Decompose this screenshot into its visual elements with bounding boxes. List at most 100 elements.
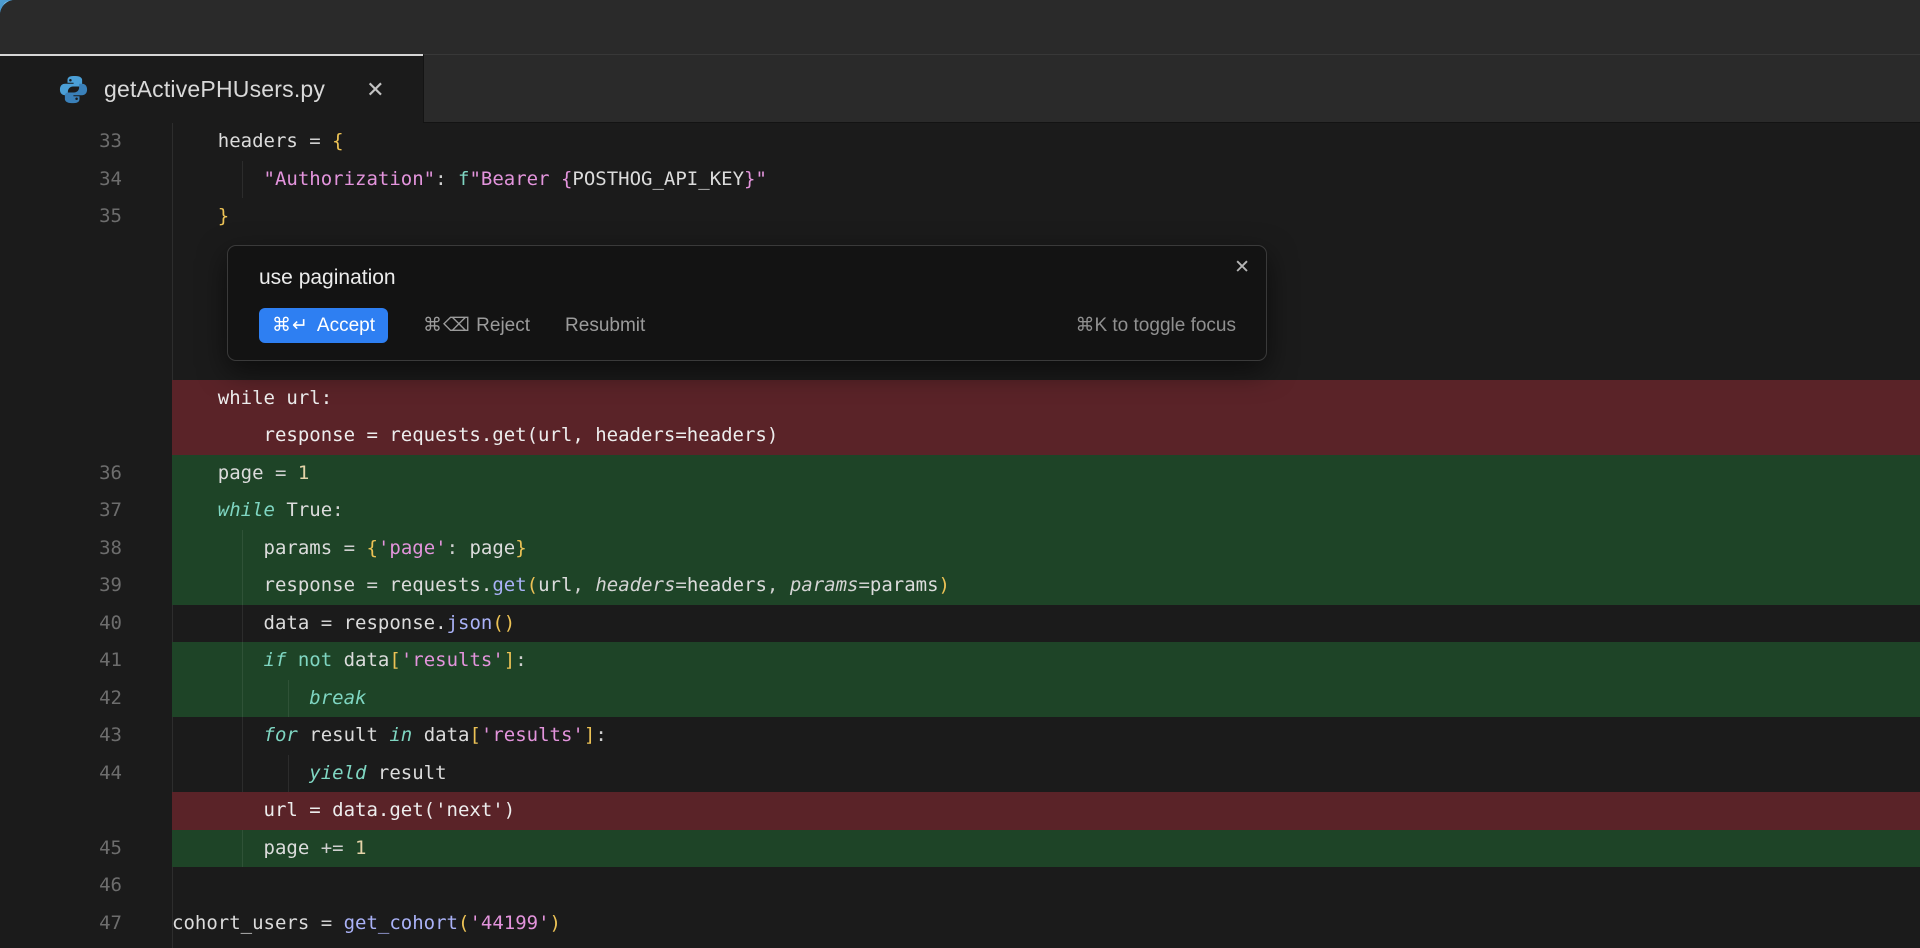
code-text[interactable]: for result in data['results']: — [172, 717, 1920, 755]
code-text[interactable]: page += 1 — [172, 830, 1920, 868]
code-token: not — [298, 649, 344, 671]
code-line[interactable]: response = requests.get(url, headers=hea… — [0, 417, 1920, 455]
code-text[interactable]: response = requests.get(url, headers=hea… — [172, 417, 1920, 455]
code-line[interactable]: 45 page += 1 — [0, 830, 1920, 868]
code-line[interactable]: 39 response = requests.get(url, headers=… — [0, 567, 1920, 605]
code-line[interactable]: 34 "Authorization": f"Bearer {POSTHOG_AP… — [0, 161, 1920, 199]
indent-guide — [242, 161, 243, 199]
python-icon — [58, 74, 89, 105]
code-token: , — [767, 574, 790, 596]
line-number — [0, 792, 172, 830]
code-line[interactable]: while url: — [0, 380, 1920, 418]
code-line[interactable]: 41 if not data['results']: — [0, 642, 1920, 680]
code-text[interactable]: page = 1 — [172, 455, 1920, 493]
line-number: 35 — [0, 198, 172, 236]
tab-bar-empty-area — [423, 54, 1920, 123]
code-line[interactable]: 40 data = response.json() — [0, 605, 1920, 643]
code-text[interactable]: cohort_users = get_cohort('44199') — [172, 905, 1920, 943]
code-token: ( — [527, 574, 538, 596]
code-token: params — [172, 537, 344, 559]
code-token: response — [172, 574, 366, 596]
titlebar — [0, 0, 1920, 54]
line-number: 33 — [0, 123, 172, 161]
code-token: yield — [309, 762, 378, 784]
code-line[interactable]: 47cohort_users = get_cohort('44199') — [0, 905, 1920, 943]
code-text[interactable]: while True: — [172, 492, 1920, 530]
popup-actions: ⌘↵ Accept ⌘⌫ Reject Resubmit ⌘K to toggl… — [259, 308, 1236, 343]
code-token: = — [366, 574, 389, 596]
accept-button[interactable]: ⌘↵ Accept — [259, 308, 388, 343]
indent-guide — [242, 680, 243, 718]
code-text[interactable]: while url: — [172, 380, 1920, 418]
code-token: get_cohort — [344, 912, 458, 934]
screen: getActivePHUsers.py ✕ 33 headers = {34 "… — [0, 0, 1920, 948]
reject-button[interactable]: ⌘⌫ Reject — [423, 314, 530, 337]
code-token: } — [218, 205, 229, 227]
line-number: 43 — [0, 717, 172, 755]
tab-close-icon[interactable]: ✕ — [366, 79, 384, 101]
code-token: = — [858, 574, 869, 596]
code-token: 'page' — [378, 537, 447, 559]
code-text[interactable]: data = response.json() — [172, 605, 1920, 643]
code-token: 1 — [355, 837, 366, 859]
line-number: 46 — [0, 867, 172, 905]
indent-guide — [242, 530, 243, 568]
code-line[interactable]: url = data.get('next') — [0, 792, 1920, 830]
indent-guide — [242, 755, 243, 793]
code-line[interactable]: 44 yield result — [0, 755, 1920, 793]
code-token: = — [309, 130, 332, 152]
code-token: True — [286, 499, 332, 521]
code-token: { — [561, 168, 572, 190]
code-token: [ — [389, 649, 400, 671]
line-number: 41 — [0, 642, 172, 680]
code-editor[interactable]: 33 headers = {34 "Authorization": f"Bear… — [0, 123, 1920, 948]
line-number: 47 — [0, 905, 172, 943]
code-token: url — [538, 574, 572, 596]
code-text[interactable]: break — [172, 680, 1920, 718]
code-token: params — [870, 574, 939, 596]
code-text[interactable] — [172, 867, 1920, 905]
code-token: result — [309, 724, 389, 746]
code-text[interactable]: "Authorization": f"Bearer {POSTHOG_API_K… — [172, 161, 1920, 199]
resubmit-button[interactable]: Resubmit — [565, 315, 645, 337]
code-line[interactable]: 33 headers = { — [0, 123, 1920, 161]
code-token: page — [172, 837, 321, 859]
close-icon[interactable]: ✕ — [1234, 256, 1250, 279]
code-text[interactable]: if not data['results']: — [172, 642, 1920, 680]
line-number: 42 — [0, 680, 172, 718]
code-token: data — [424, 724, 470, 746]
code-token: : — [447, 537, 470, 559]
tab-getactivephusers[interactable]: getActivePHUsers.py ✕ — [0, 54, 423, 123]
prompt-text[interactable]: use pagination — [259, 266, 1236, 290]
code-text[interactable]: response = requests.get(url, headers=hea… — [172, 567, 1920, 605]
code-text[interactable]: params = {'page': page} — [172, 530, 1920, 568]
code-token: while url: — [172, 387, 332, 409]
code-line[interactable]: 35 } — [0, 198, 1920, 236]
code-text[interactable]: headers = { — [172, 123, 1920, 161]
code-line[interactable]: 37 while True: — [0, 492, 1920, 530]
toggle-focus-hint: ⌘K to toggle focus — [1075, 314, 1236, 337]
code-line[interactable]: 42 break — [0, 680, 1920, 718]
line-number: 40 — [0, 605, 172, 643]
indent-guide — [242, 567, 243, 605]
code-text[interactable]: } — [172, 198, 1920, 236]
code-line[interactable]: 38 params = {'page': page} — [0, 530, 1920, 568]
code-token: response. — [344, 612, 447, 634]
tab-bar: getActivePHUsers.py ✕ — [0, 54, 1920, 123]
code-token: { — [332, 130, 343, 152]
code-token: = — [321, 612, 344, 634]
line-number: 45 — [0, 830, 172, 868]
code-token: : — [332, 499, 343, 521]
line-number — [0, 417, 172, 455]
code-line[interactable]: 36 page = 1 — [0, 455, 1920, 493]
code-text[interactable]: url = data.get('next') — [172, 792, 1920, 830]
code-token: cohort_users — [172, 912, 321, 934]
code-token: = — [344, 537, 367, 559]
code-token: response = requests.get(url, headers=hea… — [172, 424, 778, 446]
line-number: 38 — [0, 530, 172, 568]
code-token — [172, 499, 218, 521]
code-line[interactable]: 46 — [0, 867, 1920, 905]
code-text[interactable]: yield result — [172, 755, 1920, 793]
code-line[interactable]: 43 for result in data['results']: — [0, 717, 1920, 755]
code-token: 1 — [298, 462, 309, 484]
